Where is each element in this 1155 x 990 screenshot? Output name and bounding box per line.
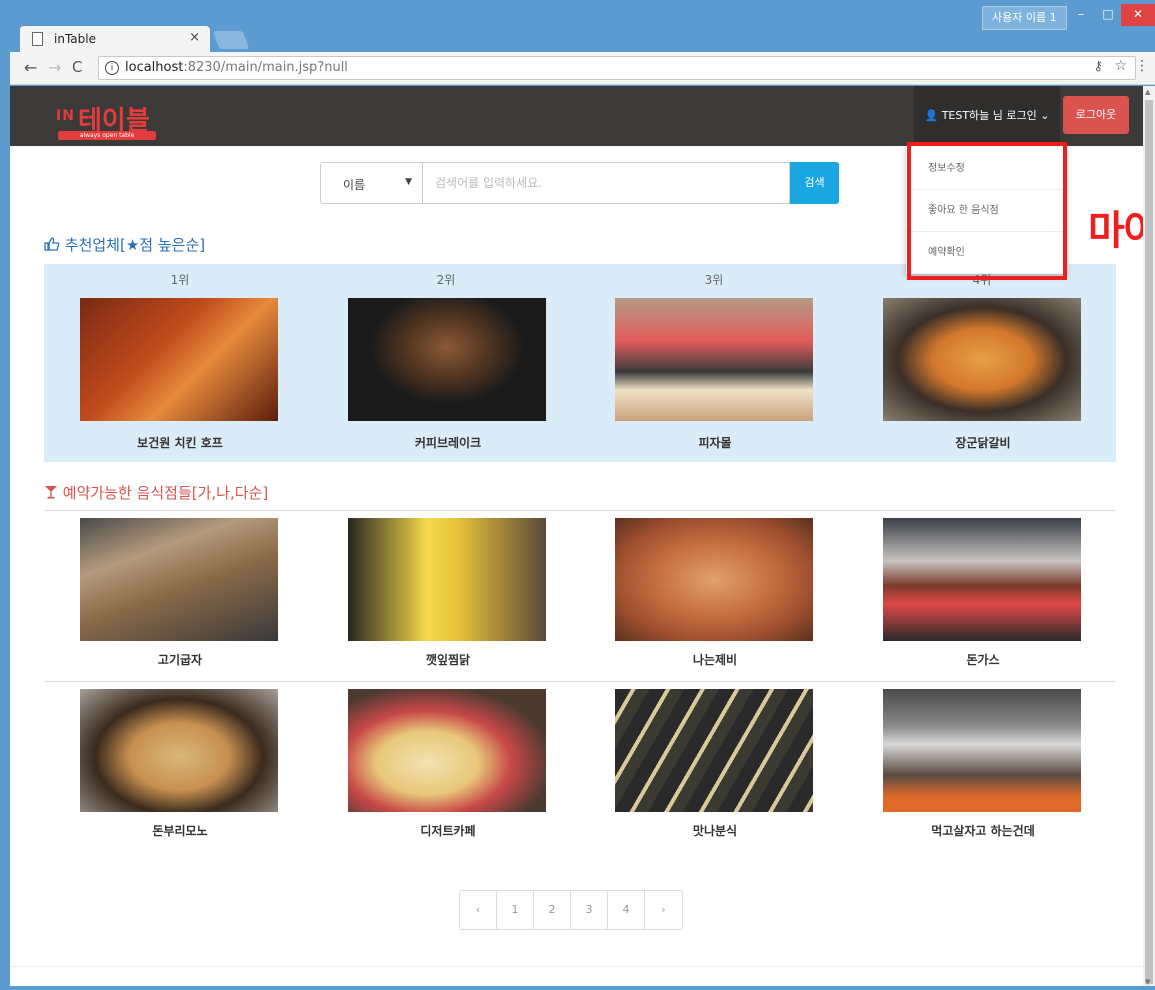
restaurant-name[interactable]: 커피브레이크 xyxy=(348,434,548,451)
logo-tagline: always open table xyxy=(58,131,156,140)
address-bar[interactable]: i localhost:8230/main/main.jsp?null ⚷ ☆ xyxy=(98,56,1136,80)
restaurant-photo[interactable] xyxy=(615,689,813,812)
rank-label: 2위 xyxy=(436,273,456,287)
divider xyxy=(44,510,1116,511)
url-host: localhost xyxy=(125,60,184,75)
search-input[interactable] xyxy=(423,162,790,204)
info-icon[interactable]: i xyxy=(105,61,119,75)
reload-icon[interactable]: C xyxy=(72,58,82,76)
tab-title: inTable xyxy=(54,32,96,46)
logo-in: IN xyxy=(56,108,75,124)
restaurant-name[interactable]: 맛나분식 xyxy=(615,822,815,839)
back-icon[interactable]: ← xyxy=(24,58,37,77)
chevron-down-icon: ⌄ xyxy=(1040,109,1050,122)
pagination-next-button[interactable]: › xyxy=(645,891,682,929)
search-button[interactable]: 검색 xyxy=(790,162,839,204)
restaurant-name[interactable]: 돈가스 xyxy=(883,651,1083,668)
user-icon: 👤 xyxy=(924,109,939,122)
scrollbar-thumb[interactable] xyxy=(1145,100,1153,984)
restaurant-photo[interactable] xyxy=(348,298,546,421)
tab-close-icon[interactable]: × xyxy=(189,30,200,45)
user-profile-badge[interactable]: 사용자 이름 1 xyxy=(982,6,1067,30)
recommended-title: 추천업체[★점 높은순] xyxy=(44,234,205,255)
select-value: 이름 xyxy=(343,178,366,192)
pagination-page-button[interactable]: 3 xyxy=(571,891,608,929)
scroll-up-icon[interactable]: ▲ xyxy=(1145,88,1150,96)
pagination-page-button[interactable]: 4 xyxy=(608,891,645,929)
browser-tab[interactable]: inTable × xyxy=(20,26,210,52)
restaurant-name[interactable]: 피자몰 xyxy=(615,434,815,451)
close-window-button[interactable]: ✕ xyxy=(1121,4,1155,26)
page-icon xyxy=(32,32,43,46)
pagination: ‹ 1 2 3 4 › xyxy=(459,890,683,930)
site-navbar: IN 테이블 always open table 👤 TEST하늘 님 로그인 … xyxy=(10,86,1143,146)
rank-label: 3위 xyxy=(704,273,724,287)
browser-window: 사용자 이름 1 – □ ✕ inTable × ← → C i localho… xyxy=(0,0,1155,990)
restaurant-name[interactable]: 나는제비 xyxy=(615,651,815,668)
user-menu-button[interactable]: 👤 TEST하늘 님 로그인 ⌄ xyxy=(914,86,1060,146)
page-scrollbar[interactable]: ▲ ▼ xyxy=(1143,86,1155,990)
window-bottom-border xyxy=(0,986,1155,990)
cocktail-icon xyxy=(45,486,57,499)
annotation-text: 마이 xyxy=(1088,208,1143,254)
rank-label: 1위 xyxy=(170,273,190,287)
restaurant-name[interactable]: 깻잎찜닭 xyxy=(348,651,548,668)
footer-divider xyxy=(10,966,1143,967)
restaurant-photo[interactable] xyxy=(883,689,1081,812)
restaurant-name[interactable]: 디저트카페 xyxy=(348,822,548,839)
bookmark-star-icon[interactable]: ☆ xyxy=(1114,58,1127,74)
restaurant-photo[interactable] xyxy=(883,298,1081,421)
restaurant-photo[interactable] xyxy=(348,689,546,812)
logout-button[interactable]: 로그아웃 xyxy=(1063,96,1129,134)
scroll-down-icon[interactable]: ▼ xyxy=(1145,978,1150,986)
pagination-prev-button[interactable]: ‹ xyxy=(460,891,497,929)
url-text: localhost:8230/main/main.jsp?null xyxy=(125,60,348,75)
browser-menu-icon[interactable]: ⋮ xyxy=(1135,58,1149,74)
site-logo[interactable]: IN 테이블 always open table xyxy=(50,98,160,140)
caret-down-icon: ▼ xyxy=(405,177,412,187)
key-icon[interactable]: ⚷ xyxy=(1093,59,1103,74)
restaurant-photo[interactable] xyxy=(615,298,813,421)
new-tab-button[interactable] xyxy=(212,31,250,49)
title-bar: 사용자 이름 1 – □ ✕ inTable × xyxy=(0,0,1155,52)
restaurant-photo[interactable] xyxy=(80,518,278,641)
restaurant-photo[interactable] xyxy=(80,298,278,421)
url-path: :8230/main/main.jsp?null xyxy=(183,60,348,75)
browser-toolbar: ← → C i localhost:8230/main/main.jsp?nul… xyxy=(10,52,1155,85)
restaurant-name[interactable]: 돈부리모노 xyxy=(80,822,280,839)
restaurant-photo[interactable] xyxy=(348,518,546,641)
restaurant-name[interactable]: 고기굽자 xyxy=(80,651,280,668)
minimize-button[interactable]: – xyxy=(1066,4,1096,26)
restaurant-name[interactable]: 장군닭갈비 xyxy=(883,434,1083,451)
maximize-button[interactable]: □ xyxy=(1093,4,1123,26)
web-page: IN 테이블 always open table 👤 TEST하늘 님 로그인 … xyxy=(10,86,1143,986)
restaurant-photo[interactable] xyxy=(80,689,278,812)
reservable-title-text: 예약가능한 음식점들[가,나,다순] xyxy=(62,484,269,502)
window-left-border xyxy=(0,52,10,990)
divider xyxy=(44,681,1116,682)
search-type-select[interactable]: 이름 ▼ xyxy=(320,162,423,204)
forward-icon[interactable]: → xyxy=(48,58,61,77)
restaurant-name[interactable]: 먹고살자고 하는건데 xyxy=(883,822,1083,839)
pagination-page-button[interactable]: 1 xyxy=(497,891,534,929)
restaurant-name[interactable]: 보건원 치킨 호프 xyxy=(80,434,280,451)
restaurant-photo[interactable] xyxy=(615,518,813,641)
reservable-title: 예약가능한 음식점들[가,나,다순] xyxy=(44,482,268,503)
thumbs-up-icon xyxy=(44,237,60,251)
restaurant-photo[interactable] xyxy=(883,518,1081,641)
recommended-title-text: 추천업체[★점 높은순] xyxy=(64,236,206,254)
pagination-page-button[interactable]: 2 xyxy=(534,891,571,929)
user-label: TEST하늘 님 로그인 xyxy=(941,109,1037,122)
annotation-highlight-box xyxy=(907,142,1067,280)
